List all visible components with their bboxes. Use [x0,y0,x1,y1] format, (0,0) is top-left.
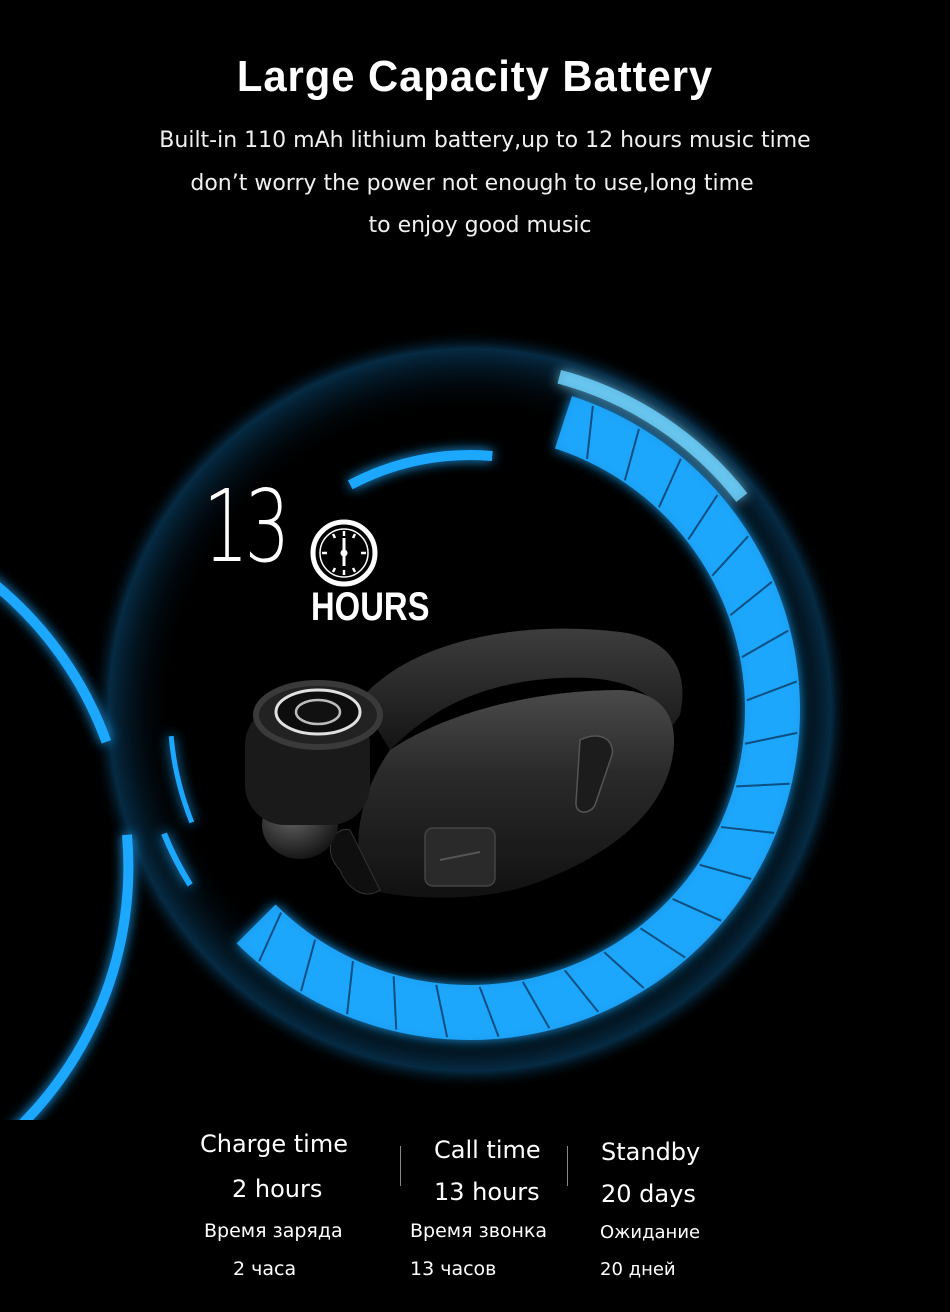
stat-standby-label-ru: Ожидание [600,1222,701,1243]
hours-number: 13 [203,468,290,585]
stat-charge: Charge time [200,1130,348,1158]
stat-standby-value-ru: 20 дней [600,1259,676,1280]
description-line-3: to enjoy good music [368,213,592,238]
stat-charge-value: 2 hours [232,1175,323,1203]
clock-icon [310,519,378,587]
divider [400,1146,401,1186]
bluetooth-earpiece-image [245,628,683,898]
stat-call-label: Call time [434,1136,541,1164]
stat-charge-label-ru: Время заряда [204,1220,343,1242]
divider [567,1146,568,1186]
stat-charge-value-ru: 2 часа [233,1258,297,1280]
stat-charge-label: Charge time [200,1130,348,1158]
page-title: Large Capacity Battery [236,52,714,101]
stat-call-value-ru: 13 часов [410,1258,497,1280]
stat-call-value: 13 hours [434,1178,540,1206]
stat-standby-label: Standby [601,1138,701,1166]
description-line-1: Built-in 110 mAh lithium battery,up to 1… [159,128,811,153]
stat-standby-value: 20 days [601,1180,696,1208]
product-banner: Large Capacity Battery Built-in 110 mAh … [0,0,950,1312]
description-line-2: don’t worry the power not enough to use,… [190,171,754,196]
stat-call-label-ru: Время звонка [410,1220,548,1242]
